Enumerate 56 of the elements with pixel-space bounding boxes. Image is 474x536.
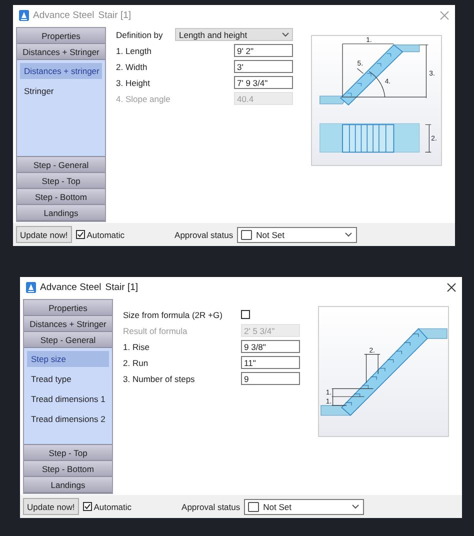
section-button[interactable]: Landings — [17, 205, 105, 221]
section-button[interactable]: Step - Bottom — [24, 461, 112, 477]
section-button[interactable]: Step - Bottom — [17, 189, 105, 205]
nav-item[interactable]: Tread dimensions 2 — [27, 411, 109, 427]
approval-label: Approval status — [174, 230, 234, 240]
input-field[interactable]: 11" — [241, 356, 300, 369]
approval-label: Approval status — [182, 502, 240, 512]
caret-icon — [282, 32, 289, 37]
section-button[interactable]: Step - Top — [24, 445, 112, 461]
window-title: Advance Steel — [33, 10, 94, 20]
nav-item[interactable]: Tread dimensions 1 — [27, 391, 109, 407]
definition-dropdown[interactable]: Length and height — [175, 28, 293, 41]
checkbox[interactable] — [82, 502, 92, 511]
update-button[interactable]: Update now! — [16, 226, 72, 243]
field-label: Result of formula — [123, 326, 188, 336]
field-label: 2. Width — [116, 62, 148, 72]
app-logo-icon — [19, 10, 29, 20]
update-button[interactable]: Update now! — [23, 498, 79, 515]
checkbox[interactable] — [241, 310, 250, 319]
caret-icon — [352, 504, 360, 509]
field-label: Definition by — [116, 30, 164, 40]
close-icon[interactable] — [447, 282, 456, 292]
section-button[interactable]: Properties — [17, 28, 105, 44]
window-title: Advance Steel — [40, 282, 102, 292]
input-field[interactable]: 3' — [234, 60, 293, 73]
approval-dropdown[interactable]: Not Set — [237, 226, 358, 242]
input-field[interactable]: 9 3/8" — [241, 340, 300, 353]
nav-item[interactable]: Step size — [27, 351, 109, 367]
caret-icon — [345, 232, 352, 237]
section-button[interactable]: Landings — [24, 477, 112, 493]
field-label: 4. Slope angle — [116, 94, 172, 104]
section-button[interactable]: Step - General — [17, 157, 105, 173]
field-label: Size from formula (2R +G) — [123, 310, 224, 320]
nav-item[interactable]: Distances + stringer — [20, 63, 102, 79]
input-field[interactable]: 9' 2" — [234, 44, 293, 57]
approval-dropdown[interactable]: Not Set — [244, 498, 364, 514]
nav-item[interactable]: Stringer — [20, 83, 102, 99]
field-label: 2. Run — [123, 358, 150, 368]
section-button[interactable]: Distances + Stringer — [24, 316, 112, 332]
nav-item[interactable]: Tread type — [27, 371, 109, 387]
section-button[interactable]: Distances + Stringer — [17, 44, 105, 60]
window-subtitle: Stair [1] — [105, 282, 138, 292]
checkbox[interactable] — [76, 230, 85, 239]
field-label: 3. Number of steps — [123, 374, 196, 384]
window-subtitle: Stair [1] — [98, 10, 132, 20]
field-label: 1. Rise — [123, 342, 150, 352]
section-button[interactable]: Step - Top — [17, 173, 105, 189]
checkbox-label: Automatic — [94, 502, 132, 512]
checkbox-label: Automatic — [86, 230, 125, 240]
field-label: 1. Length — [116, 46, 152, 56]
app-logo-icon — [26, 282, 36, 292]
input-field[interactable]: 7' 9 3/4" — [234, 76, 293, 89]
section-button[interactable]: Step - General — [24, 332, 112, 348]
field-label: 3. Height — [116, 78, 152, 88]
input-field[interactable]: 9 — [241, 372, 300, 385]
section-button[interactable]: Properties — [24, 300, 112, 316]
